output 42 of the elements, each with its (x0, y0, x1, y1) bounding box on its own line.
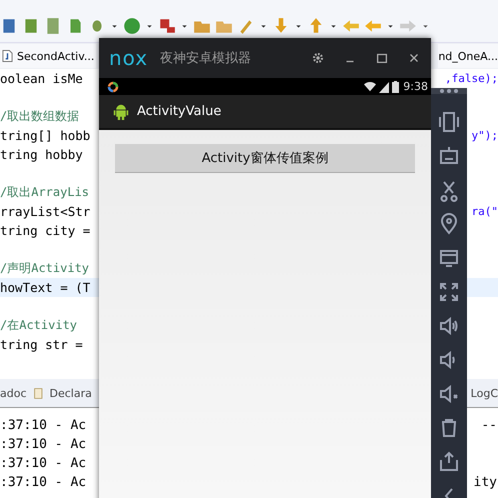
app-title: ActivityValue (137, 104, 222, 119)
app-ring-icon (107, 80, 119, 92)
code-line: howText = (T (0, 279, 90, 297)
phone-icon[interactable] (437, 110, 461, 134)
code-line: ,false); (445, 71, 498, 87)
code-line: oolean isMe (0, 70, 83, 88)
window-title: 夜神安卓模拟器 (160, 50, 252, 67)
code-line: /声明Activity (0, 260, 90, 277)
console-line: -- (481, 417, 497, 435)
editor-tab[interactable]: nd_OneA... (438, 44, 498, 68)
more-icon[interactable] (431, 88, 467, 94)
code-line: rrayList<Str (0, 203, 90, 221)
logo: nox (109, 46, 148, 70)
editor-tab[interactable]: SecondActiv... (0, 44, 96, 68)
settings-icon[interactable] (311, 51, 325, 65)
activity-button[interactable]: Activity窗体传值案例 (115, 144, 415, 173)
panel-tab[interactable]: Declara (50, 386, 92, 400)
console-line: ity (474, 474, 497, 492)
console-line: :37:10 - Ac (0, 417, 86, 435)
fullscreen-icon[interactable] (437, 280, 461, 304)
code-line: /取出ArrayLis (0, 184, 90, 201)
console-line: :37:10 - Ac (0, 436, 86, 454)
code-line: ra(" (472, 204, 498, 220)
java-file-icon (2, 49, 13, 63)
console-line: :37:10 - Ac (0, 455, 86, 473)
apk-upload-icon[interactable] (437, 450, 461, 474)
code-line: y"); (472, 128, 498, 144)
code-line: /在Activity (0, 317, 78, 334)
panel-tab[interactable]: adoc (0, 386, 27, 400)
console-line: :37:10 - Ac (0, 474, 86, 492)
code-line: /取出数组数据 (0, 108, 80, 125)
panel-tab[interactable]: LogC (470, 386, 498, 400)
clock: 9:38 (403, 80, 428, 93)
signal-icon (378, 80, 390, 92)
code-line: tring str = (0, 336, 83, 354)
maximize-icon[interactable] (375, 51, 389, 65)
android-icon (113, 102, 129, 120)
battery-icon (392, 80, 400, 92)
wifi-icon (364, 80, 376, 92)
code-line: tring[] hobb (0, 127, 90, 145)
code-line: tring hobby (0, 146, 83, 164)
code-line: tring city = (0, 222, 90, 240)
